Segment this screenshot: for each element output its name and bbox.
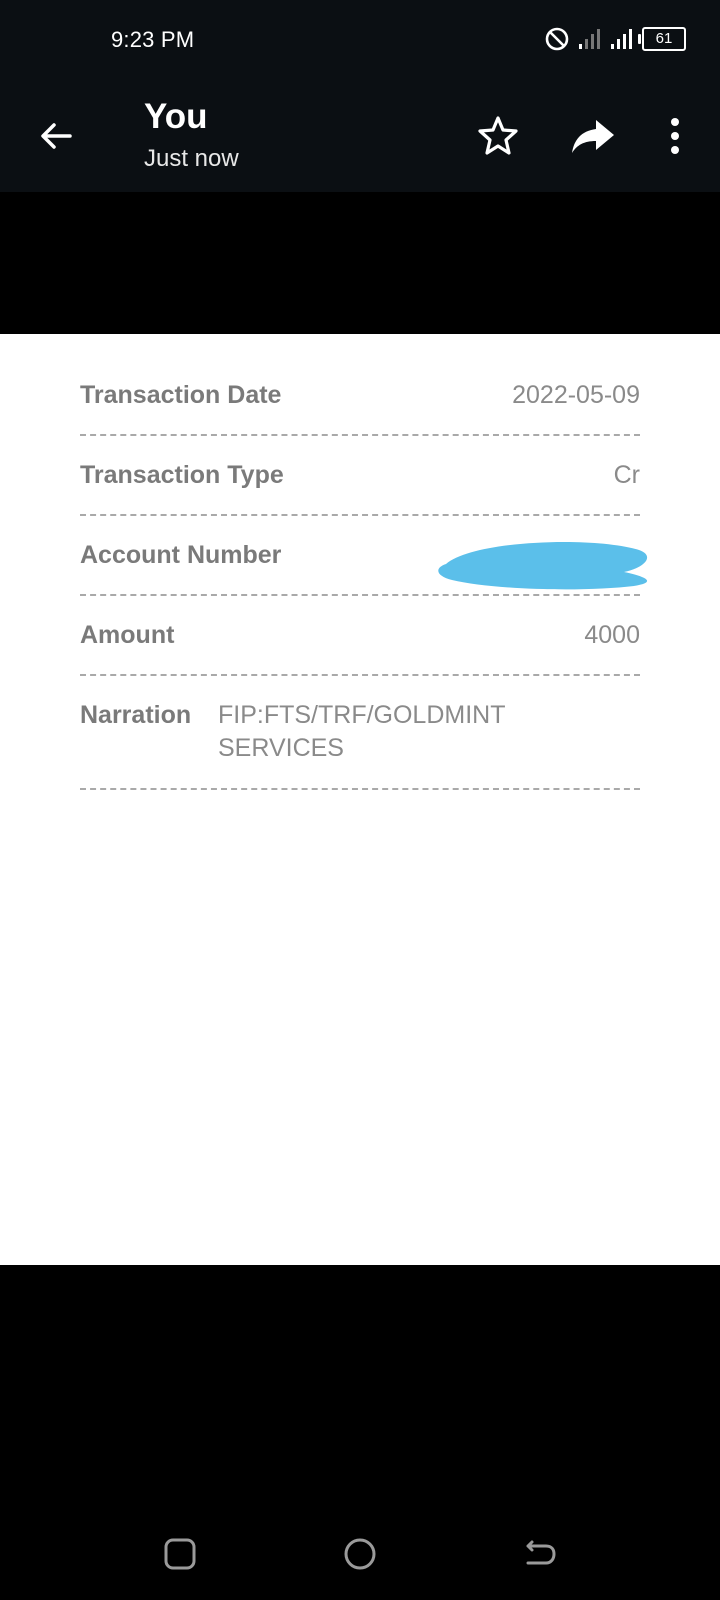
home-icon[interactable] — [342, 1536, 378, 1572]
row-label: Narration — [80, 701, 192, 729]
status-time: 9:23 PM — [111, 27, 195, 52]
recent-apps-icon[interactable] — [162, 1536, 198, 1572]
row-label: Transaction Date — [80, 381, 282, 409]
signal-weak-icon — [579, 29, 600, 49]
receipt-image: Transaction Date 2022-05-09 Transaction … — [0, 334, 720, 1265]
battery-icon: 61 — [638, 27, 686, 51]
back-arrow-icon[interactable] — [34, 114, 78, 158]
page-subtitle: Just now — [144, 145, 239, 172]
row-transaction-date: Transaction Date 2022-05-09 — [80, 378, 640, 436]
row-value: 4000 — [584, 621, 640, 649]
row-narration: Narration FIP:FTS/TRF/GOLDMINT SERVICES — [80, 698, 640, 790]
back-icon[interactable] — [522, 1536, 558, 1572]
row-amount: Amount 4000 — [80, 618, 640, 676]
do-not-disturb-icon — [545, 27, 569, 51]
more-vert-icon[interactable] — [660, 112, 690, 160]
image-top-margin — [0, 192, 720, 334]
row-label: Transaction Type — [80, 461, 284, 489]
row-value: 2022-05-09 — [512, 381, 640, 409]
row-label: Amount — [80, 621, 175, 649]
row-value: FIP:FTS/TRF/GOLDMINT SERVICES — [218, 701, 506, 762]
share-icon[interactable] — [568, 112, 618, 160]
page-title: You — [144, 97, 208, 136]
star-icon[interactable] — [474, 112, 522, 160]
row-transaction-type: Transaction Type Cr — [80, 458, 640, 516]
row-label: Account Number — [80, 541, 282, 569]
app-bar: You Just now — [0, 80, 720, 192]
row-value: Cr — [613, 461, 640, 489]
signal-icon — [611, 29, 632, 49]
status-icons: 61 — [544, 26, 686, 52]
row-account-number: Account Number — [80, 538, 648, 596]
system-nav-bar — [0, 1500, 720, 1600]
redaction-scribble — [438, 541, 648, 590]
status-bar: 9:23 PM 61 — [0, 0, 720, 80]
